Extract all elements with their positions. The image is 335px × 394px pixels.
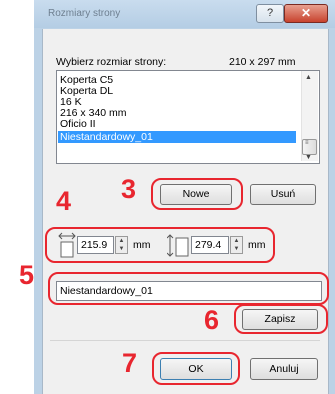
height-unit-label: mm [248, 239, 266, 251]
step-marker-4: 4 [56, 186, 72, 216]
step-marker-3: 3 [121, 174, 137, 204]
width-icon [58, 232, 76, 258]
page-size-label: Wybierz rozmiar strony: [56, 56, 167, 68]
width-spinner[interactable]: ▲ ▼ [115, 236, 128, 254]
height-input[interactable]: 279.4 [191, 236, 229, 254]
step-marker-6: 6 [204, 305, 220, 335]
close-button[interactable]: ✕ [284, 4, 328, 23]
width-input[interactable]: 215.9 [77, 236, 114, 254]
step-marker-7: 7 [122, 348, 138, 378]
new-button[interactable]: Nowe [160, 184, 232, 205]
list-item[interactable]: Oficio II [60, 118, 96, 130]
page-size-list[interactable]: Koperta C5 Koperta DL 16 K 216 x 340 mm … [56, 70, 320, 164]
cancel-button[interactable]: Anuluj [250, 358, 318, 380]
help-button[interactable]: ? [256, 4, 284, 23]
ok-button[interactable]: OK [160, 358, 232, 380]
width-unit-label: mm [133, 239, 151, 251]
scroll-up-arrow-icon[interactable]: ▲ [305, 74, 312, 81]
current-page-size: 210 x 297 mm [229, 56, 296, 68]
grip-icon: ≡ [305, 140, 309, 146]
list-item-selected[interactable]: Niestandardowy_01 [58, 131, 296, 143]
height-spinner[interactable]: ▲ ▼ [230, 236, 243, 254]
page-size-name-input[interactable]: Niestandardowy_01 [56, 281, 322, 301]
save-button[interactable]: Zapisz [242, 309, 318, 330]
height-icon [167, 234, 189, 257]
window-title: Rozmiary strony [48, 8, 121, 19]
step-marker-5: 5 [19, 260, 35, 290]
scroll-down-arrow-icon[interactable]: ▼ [305, 154, 312, 161]
delete-button[interactable]: Usuń [250, 184, 316, 205]
divider [50, 340, 320, 341]
